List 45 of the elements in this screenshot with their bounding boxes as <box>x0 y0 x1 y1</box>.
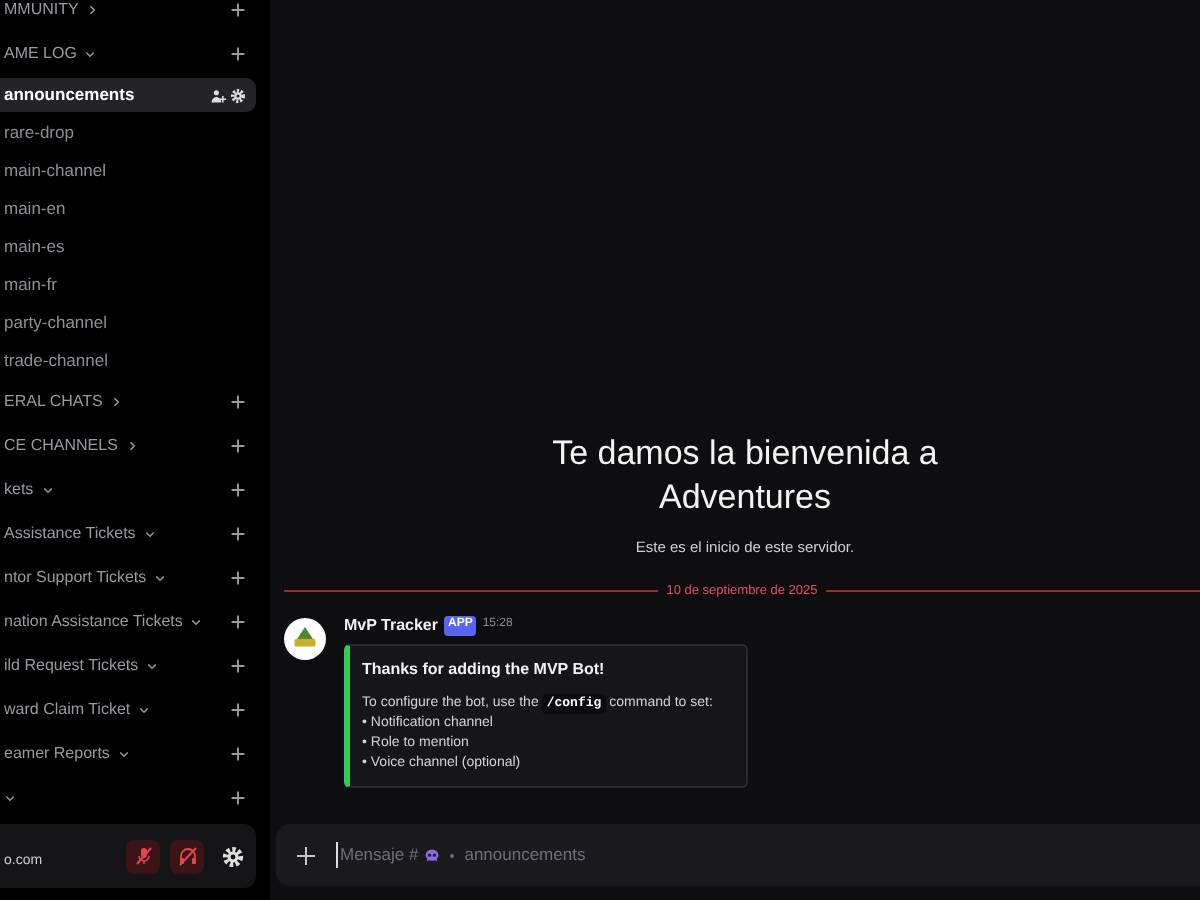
welcome-title: Te damos la bienvenida a Adventures <box>550 431 940 519</box>
bot-avatar <box>284 617 326 659</box>
mute-microphone-icon[interactable] <box>126 839 160 873</box>
plus-icon[interactable] <box>230 790 246 806</box>
plus-icon[interactable] <box>230 614 246 630</box>
message-input-field[interactable]: Mensaje # announcements <box>276 824 1200 886</box>
plus-icon[interactable] <box>230 46 246 62</box>
category-header[interactable]: MMUNITY <box>4 0 230 22</box>
plus-icon[interactable] <box>230 746 246 762</box>
category-header[interactable]: eamer Reports <box>4 742 230 766</box>
channel-item[interactable]: main-en <box>0 192 256 226</box>
placeholder-text: Mensaje # <box>340 842 419 868</box>
category-header[interactable]: Assistance Tickets <box>4 522 230 546</box>
plus-icon[interactable] <box>230 702 246 718</box>
category-header[interactable]: nation Assistance Tickets <box>4 610 230 634</box>
channel-item[interactable]: rare-drop <box>0 116 256 150</box>
settings-icon[interactable] <box>222 845 244 867</box>
category-header[interactable]: ntor Support Tickets <box>4 566 230 590</box>
channel-item[interactable]: trade-channel <box>0 344 256 378</box>
category-header[interactable]: ward Claim Ticket <box>4 698 230 722</box>
plus-icon[interactable] <box>230 526 246 542</box>
embed-title: Thanks for adding the MVP Bot! <box>362 657 607 681</box>
alien-icon <box>424 847 441 863</box>
plus-icon[interactable] <box>230 2 246 18</box>
channel-item[interactable]: party-channel <box>0 306 256 340</box>
plus-icon[interactable] <box>230 658 246 674</box>
author-name[interactable]: MvP Tracker <box>344 613 438 637</box>
channel-item[interactable]: main-channel <box>0 154 256 188</box>
settings-icon[interactable] <box>230 87 246 103</box>
channel-item[interactable]: announcements <box>0 78 256 112</box>
category-header[interactable]: CE CHANNELS <box>4 434 230 458</box>
placeholder-text: announcements <box>464 842 586 868</box>
plus-icon[interactable] <box>230 438 246 454</box>
category-header[interactable]: AME LOG <box>4 42 230 66</box>
category-header[interactable]: ERAL CHATS <box>4 390 230 414</box>
channel-item[interactable]: main-fr <box>0 268 256 302</box>
plus-icon[interactable] <box>230 482 246 498</box>
headphones-icon[interactable] <box>170 839 204 873</box>
channel-item[interactable]: main-es <box>0 230 256 264</box>
add-member-icon[interactable] <box>210 87 226 103</box>
plus-icon[interactable] <box>230 394 246 410</box>
category-header[interactable]: ild Request Tickets <box>4 654 230 678</box>
plus-icon[interactable] <box>296 845 316 865</box>
category-header[interactable]: kets <box>4 478 230 502</box>
plus-icon[interactable] <box>230 570 246 586</box>
